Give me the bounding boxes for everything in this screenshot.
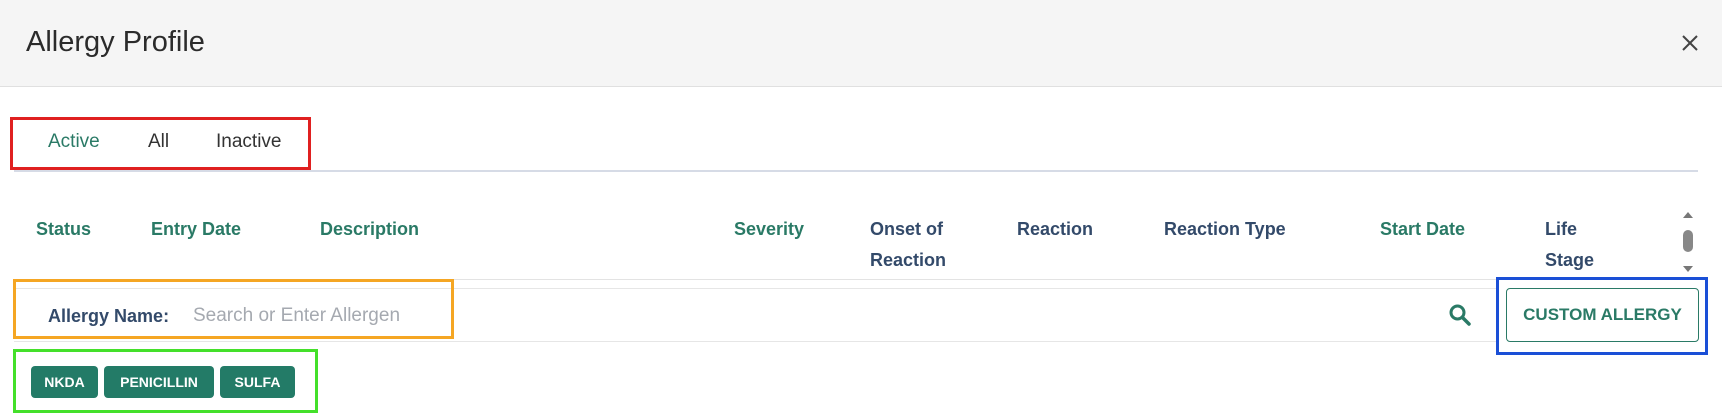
column-header-reaction: Reaction	[1017, 219, 1094, 239]
tab-active[interactable]: Active	[48, 130, 100, 154]
chevron-up-icon	[1683, 212, 1693, 218]
allergy-name-label: Allergy Name:	[48, 305, 169, 327]
table-header-divider	[14, 279, 1698, 280]
status-tabs: Active All Inactive	[0, 118, 320, 168]
allergy-name-label-colon: :	[163, 306, 170, 326]
column-header-reaction-type: Reaction Type	[1164, 219, 1286, 239]
quick-allergy-chip-sulfa[interactable]: SULFA	[220, 366, 295, 398]
custom-allergy-button[interactable]: CUSTOM ALLERGY	[1506, 288, 1699, 342]
column-header-life-stage: Life Stage	[1545, 219, 1595, 270]
column-header-onset-of-reaction: Onset of Reaction	[870, 219, 947, 270]
close-icon[interactable]	[1676, 29, 1704, 57]
column-header-entry-date[interactable]: Entry Date	[151, 214, 241, 245]
tab-inactive[interactable]: Inactive	[216, 130, 281, 154]
column-header-start-date[interactable]: Start Date	[1380, 214, 1465, 245]
column-header-description[interactable]: Description	[320, 214, 419, 245]
quick-allergy-chip-nkda[interactable]: NKDA	[31, 366, 98, 398]
quick-allergy-chip-penicillin[interactable]: PENICILLIN	[104, 366, 214, 398]
chevron-down-icon	[1683, 266, 1693, 272]
vertical-scrollbar[interactable]	[1680, 210, 1696, 274]
tab-all[interactable]: All	[148, 130, 169, 154]
column-header-severity[interactable]: Severity	[734, 214, 804, 245]
modal-title: Allergy Profile	[26, 26, 205, 58]
tabs-divider	[14, 170, 1698, 172]
scrollbar-thumb	[1683, 230, 1693, 252]
allergy-name-label-text: Allergy Name	[48, 306, 164, 326]
column-header-status[interactable]: Status	[36, 214, 91, 245]
allergen-search-input[interactable]	[191, 298, 1395, 334]
search-icon[interactable]	[1447, 302, 1473, 328]
modal-header: Allergy Profile	[0, 0, 1722, 87]
